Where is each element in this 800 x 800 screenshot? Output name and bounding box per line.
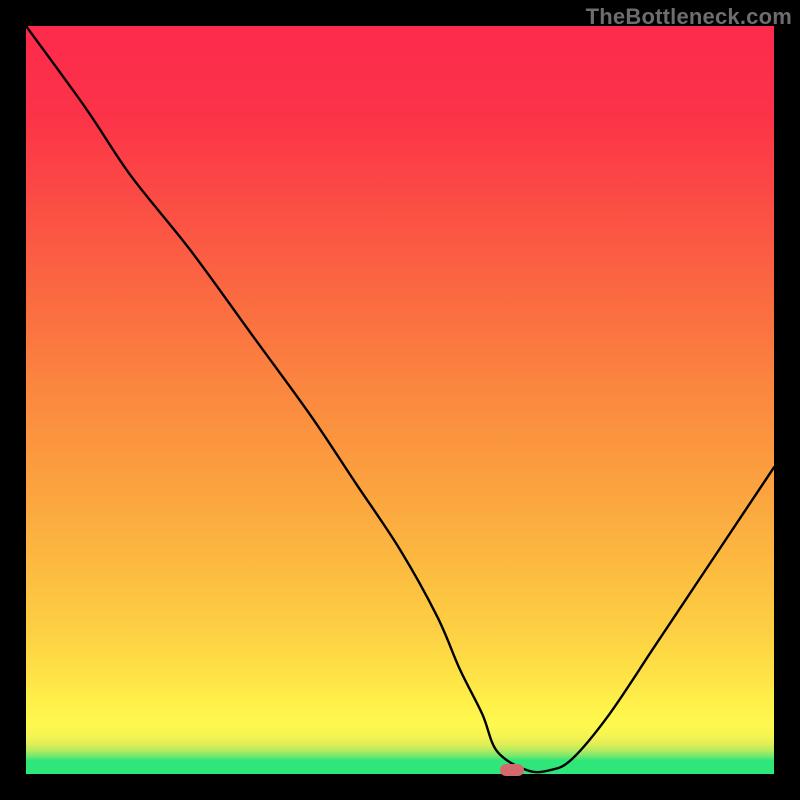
optimal-marker xyxy=(500,764,524,776)
plot-area xyxy=(26,26,774,774)
bottleneck-curve xyxy=(26,26,774,774)
chart-frame: TheBottleneck.com xyxy=(0,0,800,800)
watermark-text: TheBottleneck.com xyxy=(586,4,792,30)
